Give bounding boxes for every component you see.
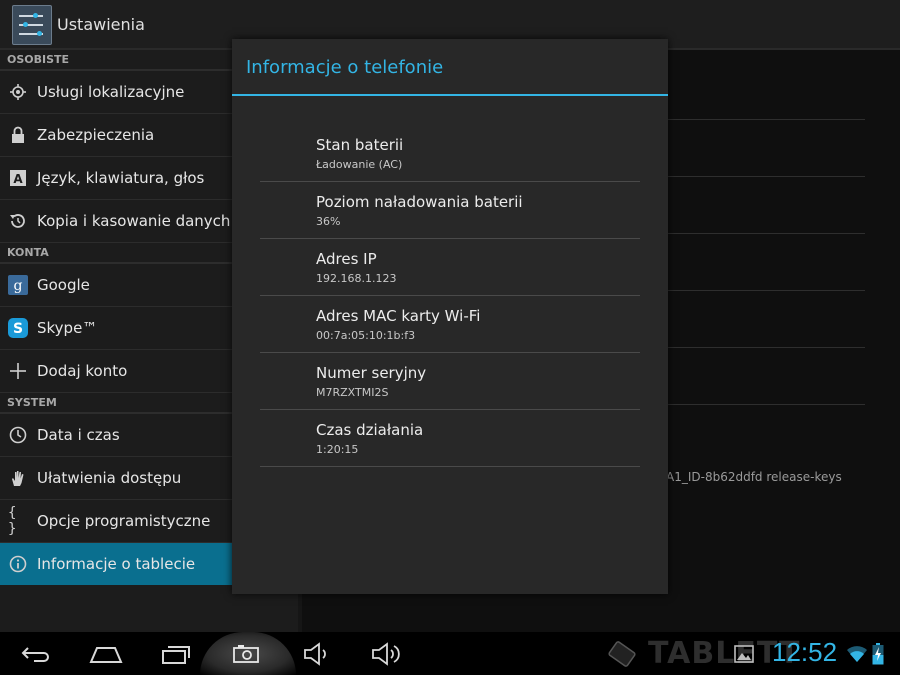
divider <box>666 404 865 405</box>
back-button[interactable] <box>14 636 58 672</box>
recent-apps-button[interactable] <box>154 636 198 672</box>
add-icon <box>8 361 28 381</box>
info-value: M7RZXTMI2S <box>316 386 389 399</box>
divider <box>666 119 865 120</box>
info-list: Stan baterii Ładowanie (AC) Poziom naład… <box>260 125 640 467</box>
language-icon: A <box>8 168 28 188</box>
camera-icon <box>233 645 259 663</box>
volume-up-button[interactable] <box>366 636 406 672</box>
app-title: Ustawienia <box>57 15 145 34</box>
hand-icon <box>8 468 28 488</box>
info-value: Ładowanie (AC) <box>316 158 403 171</box>
volume-down-button[interactable] <box>296 636 336 672</box>
tablet-notification-icon <box>608 641 636 667</box>
info-key: Adres MAC karty Wi-Fi <box>316 307 481 325</box>
system-navigation-bar: TABLETT 12:52 <box>0 632 900 675</box>
skype-icon: S <box>8 318 28 338</box>
volume-up-icon <box>372 642 400 666</box>
phone-info-dialog: Informacje o telefonie Stan baterii Łado… <box>232 39 668 594</box>
lock-icon <box>8 125 28 145</box>
info-row-uptime: Czas działania 1:20:15 <box>260 410 640 467</box>
google-icon: g <box>8 275 28 295</box>
build-number-text: A1_ID-8b62ddfd release-keys <box>666 470 842 484</box>
sidebar-item-label: Google <box>37 276 90 294</box>
dialog-title: Informacje o telefonie <box>246 57 444 78</box>
volume-down-icon <box>304 642 326 666</box>
sidebar-item-label: Zabezpieczenia <box>37 126 155 144</box>
info-value: 192.168.1.123 <box>316 272 397 285</box>
divider <box>666 347 865 348</box>
home-icon <box>89 647 123 663</box>
info-row-battery-level: Poziom naładowania baterii 36% <box>260 182 640 239</box>
home-button[interactable] <box>84 636 128 672</box>
location-icon <box>8 82 28 102</box>
notification-device-icon[interactable] <box>602 636 642 672</box>
settings-app-icon[interactable] <box>12 5 52 45</box>
recent-apps-icon <box>162 646 190 664</box>
info-icon <box>8 554 28 574</box>
settings-screen: Ustawienia OSOBISTE Usługi lokalizacyjne… <box>0 0 900 632</box>
gallery-notification[interactable] <box>732 636 756 672</box>
battery-charging-icon <box>872 643 884 665</box>
back-icon <box>21 647 49 662</box>
divider <box>666 290 865 291</box>
info-key: Stan baterii <box>316 136 404 154</box>
screenshot-button[interactable] <box>224 636 268 672</box>
braces-icon: { } <box>8 505 17 537</box>
sidebar-item-label: Informacje o tablecie <box>37 555 196 573</box>
info-value: 00:7a:05:10:1b:f3 <box>316 329 416 342</box>
sidebar-item-label: Dodaj konto <box>37 362 128 380</box>
info-row-ip-address: Adres IP 192.168.1.123 <box>260 239 640 296</box>
image-icon <box>734 645 754 663</box>
info-value: 36% <box>316 215 341 228</box>
info-row-serial-number: Numer seryjny M7RZXTMI2S <box>260 353 640 410</box>
wifi-status[interactable] <box>846 636 868 672</box>
sidebar-item-label: Kopia i kasowanie danych <box>37 212 231 230</box>
backup-icon <box>8 211 28 231</box>
info-value: 1:20:15 <box>316 443 359 456</box>
sidebar-item-label: Usługi lokalizacyjne <box>37 83 185 101</box>
info-row-wifi-mac: Adres MAC karty Wi-Fi 00:7a:05:10:1b:f3 <box>260 296 640 353</box>
sidebar-item-label: Data i czas <box>37 426 120 444</box>
info-row-battery-status: Stan baterii Ładowanie (AC) <box>260 125 640 182</box>
dialog-title-divider <box>232 94 668 96</box>
info-key: Czas działania <box>316 421 424 439</box>
info-key: Poziom naładowania baterii <box>316 193 523 211</box>
svg-text:g: g <box>14 278 23 294</box>
status-clock[interactable]: 12:52 <box>772 637 837 668</box>
sidebar-item-label: Skype™ <box>37 319 98 337</box>
sidebar-item-label: Opcje programistyczne <box>37 512 211 530</box>
sidebar-item-label: Ułatwienia dostępu <box>37 469 182 487</box>
sidebar-item-label: Język, klawiatura, głos <box>37 169 205 187</box>
divider <box>666 176 865 177</box>
divider <box>666 233 865 234</box>
battery-status[interactable] <box>870 636 886 672</box>
wifi-icon <box>847 646 867 662</box>
svg-text:S: S <box>13 321 23 337</box>
info-key: Adres IP <box>316 250 377 268</box>
svg-text:A: A <box>13 172 23 186</box>
clock-icon <box>8 425 28 445</box>
info-key: Numer seryjny <box>316 364 427 382</box>
